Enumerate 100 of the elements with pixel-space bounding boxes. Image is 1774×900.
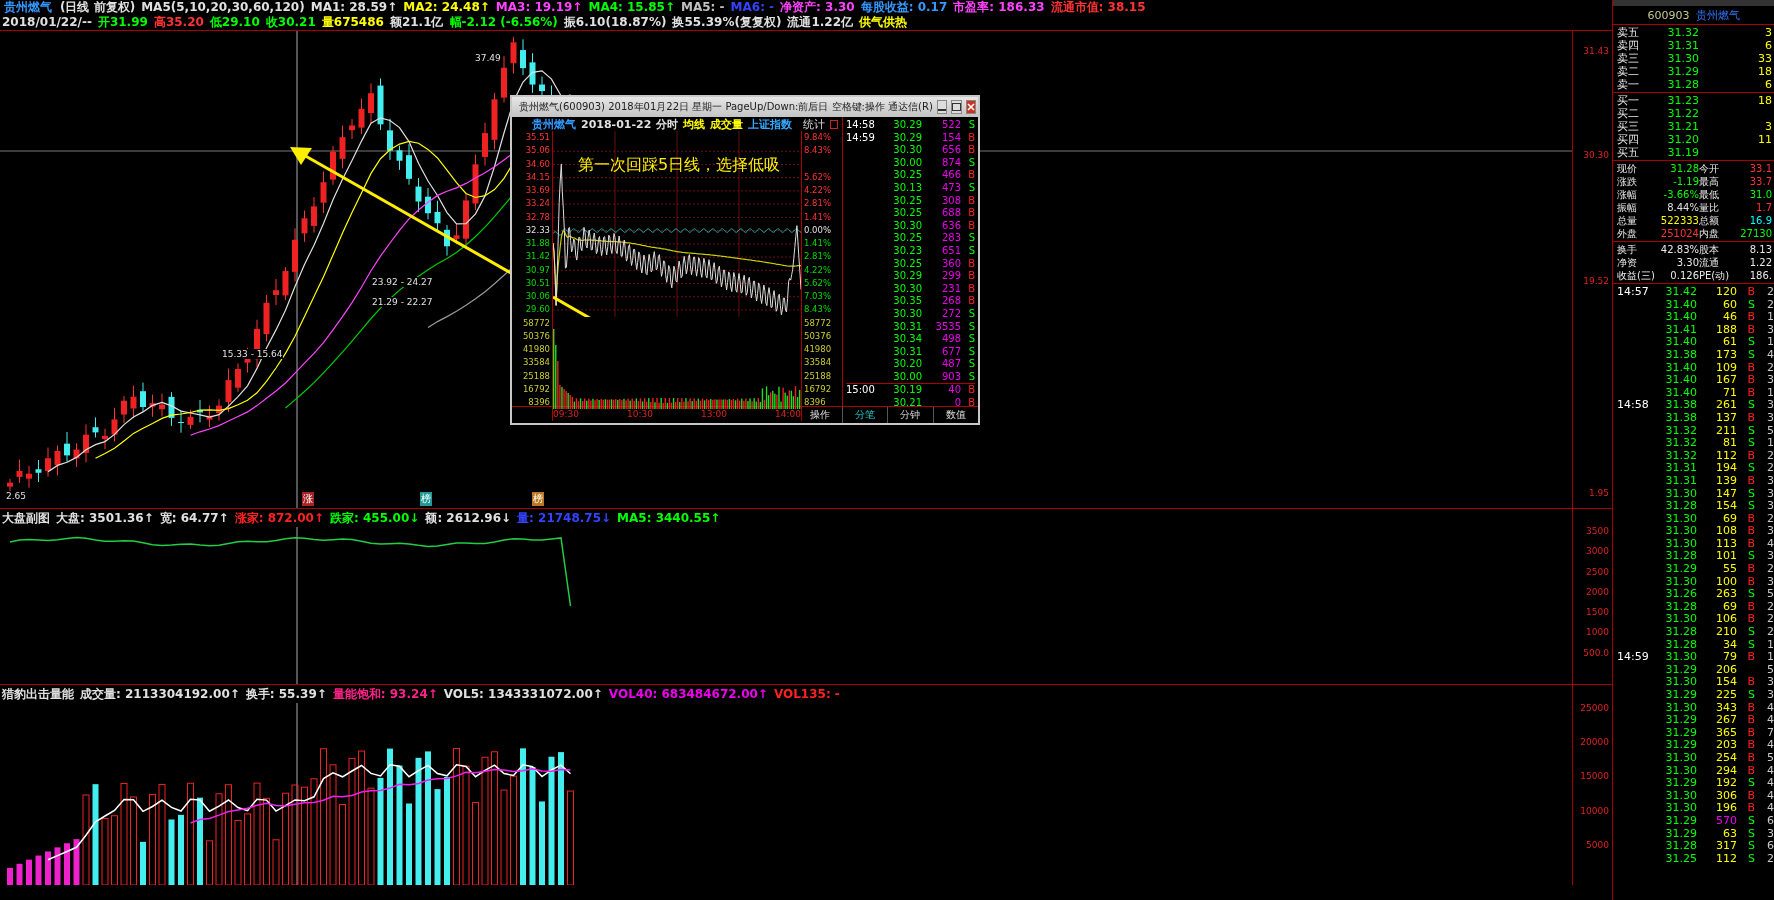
quote-field: 供气供热 [859, 15, 907, 30]
tick-price: 30.30 [892, 144, 922, 157]
order-level-label: 卖一 [1617, 78, 1640, 91]
tick-count: 2 [1766, 361, 1774, 375]
tick-price: 31.30 [1664, 701, 1697, 715]
tick-time: 14:59 [1617, 650, 1649, 664]
signal-marker: 榜 [532, 492, 544, 506]
tick-price: 31.42 [1664, 286, 1697, 299]
tick-volume: 101 [1715, 550, 1737, 564]
quote-field: 开31.99 [97, 15, 148, 30]
tick-volume: 154 [940, 131, 961, 145]
order-volume: 3 [1764, 26, 1772, 39]
candlestick [73, 442, 80, 468]
tick-price: 30.23 [892, 244, 922, 258]
close-icon [966, 103, 975, 111]
stat-label: 涨幅 [1617, 188, 1638, 201]
tick-volume: 40 [947, 384, 961, 398]
order-volume: 6 [1764, 39, 1772, 52]
stat-label: 最低 [1699, 188, 1720, 201]
stat-value: 1.7 [1755, 201, 1772, 214]
tick-count: 4 [1766, 789, 1774, 803]
candlestick [130, 385, 137, 419]
quote-field: 低29.10 [209, 15, 260, 30]
tick-count: 6 [1766, 814, 1774, 828]
chart-header-label: 分时 [656, 116, 679, 132]
tick-count: 2 [1766, 852, 1774, 866]
minimize-button[interactable] [936, 100, 947, 114]
order-price: 31.28 [1666, 78, 1699, 91]
volume-bar [234, 819, 242, 885]
tick-volume: 3535 [934, 320, 961, 334]
stat-label: 总量 [1617, 214, 1638, 227]
tick-volume: 210 [1715, 626, 1737, 639]
tick-volume: 254 [1715, 751, 1737, 765]
tick-count: 2 [1766, 286, 1774, 299]
axis-label: 8396 [527, 396, 550, 409]
order-price: 31.30 [1666, 52, 1699, 65]
order-price: 31.23 [1666, 94, 1699, 107]
tick-count: 1 [1766, 311, 1774, 324]
axis-label: 50376 [804, 329, 833, 343]
tick-count: 3 [1766, 374, 1774, 387]
candlestick [263, 294, 270, 342]
tick-volume: 120 [1715, 286, 1737, 299]
tick-time: 14:57 [1617, 285, 1649, 298]
stat-label: 总额 [1699, 214, 1720, 227]
tick-price: 31.28 [1664, 600, 1697, 614]
indicator-label: MA4: 15.85↑ [588, 0, 675, 15]
tick-count: 5 [1766, 588, 1774, 601]
volume-bar [178, 814, 184, 885]
tick-price: 30.29 [892, 270, 922, 283]
stat-label: 内盘 [1699, 227, 1720, 240]
tick-side: S [967, 181, 975, 195]
axis-label: 33584 [521, 356, 550, 370]
tick-count: 4 [1766, 739, 1774, 752]
tick-volume: 34 [1722, 638, 1737, 652]
tick-side: S [1748, 461, 1755, 475]
tick-price: 31.31 [1664, 474, 1697, 488]
candlestick [121, 395, 127, 424]
order-price: 31.20 [1666, 133, 1699, 146]
candlestick [377, 77, 384, 131]
tick-volume: 203 [1715, 739, 1737, 752]
tick-volume: 196 [1715, 802, 1737, 815]
axis-label: 30.30 [1583, 150, 1609, 160]
indicator-label: MA3: 19.19↑ [495, 0, 583, 15]
tick-volume: 903 [940, 370, 961, 384]
indicator-label: MA6: - [730, 0, 775, 15]
stat-value: 27130 [1739, 227, 1772, 240]
tick-volume: 154 [1715, 676, 1737, 689]
chart-header-label: 2018-01-22 [581, 117, 652, 131]
candlestick [35, 459, 42, 483]
volume-bar [168, 819, 175, 885]
tick-volume: 487 [940, 358, 961, 371]
tick-volume: 61 [1722, 336, 1737, 349]
order-level-label: 买四 [1617, 133, 1640, 146]
close-button[interactable] [965, 100, 976, 114]
volume-bar [16, 863, 23, 885]
tick-count: 1 [1766, 386, 1774, 400]
tick-volume: 194 [1715, 462, 1737, 475]
volume-bar [272, 839, 280, 885]
quote-field: 高35.20 [153, 15, 204, 30]
axis-label: 29.60 [524, 303, 550, 317]
indicator-label: MA5(5,10,20,30,60,120) [141, 0, 305, 15]
stats-button[interactable]: 统计 [803, 116, 825, 132]
volume-bar [54, 847, 61, 885]
volume-bar [35, 855, 42, 885]
order-level-label: 买三 [1617, 120, 1640, 133]
tick-side: S [967, 358, 975, 371]
tick-side: B [1747, 801, 1755, 815]
tick-volume: 283 [940, 232, 961, 245]
axis-label: 19.52 [1583, 276, 1609, 286]
tick-price: 30.30 [892, 307, 922, 321]
stat-label: 涨跌 [1617, 175, 1638, 188]
axis-label: 16792 [804, 382, 833, 396]
quote-field: 振6.10(18.87%) [563, 15, 667, 30]
tick-side: S [1748, 813, 1755, 827]
chart-header-label: 上证指数 [748, 116, 793, 132]
tick-price: 30.29 [892, 119, 922, 132]
tick-price: 30.31 [892, 320, 922, 334]
axis-label: 31.42 [524, 250, 550, 264]
axis-label: 25188 [521, 369, 550, 383]
maximize-button[interactable] [950, 100, 962, 114]
